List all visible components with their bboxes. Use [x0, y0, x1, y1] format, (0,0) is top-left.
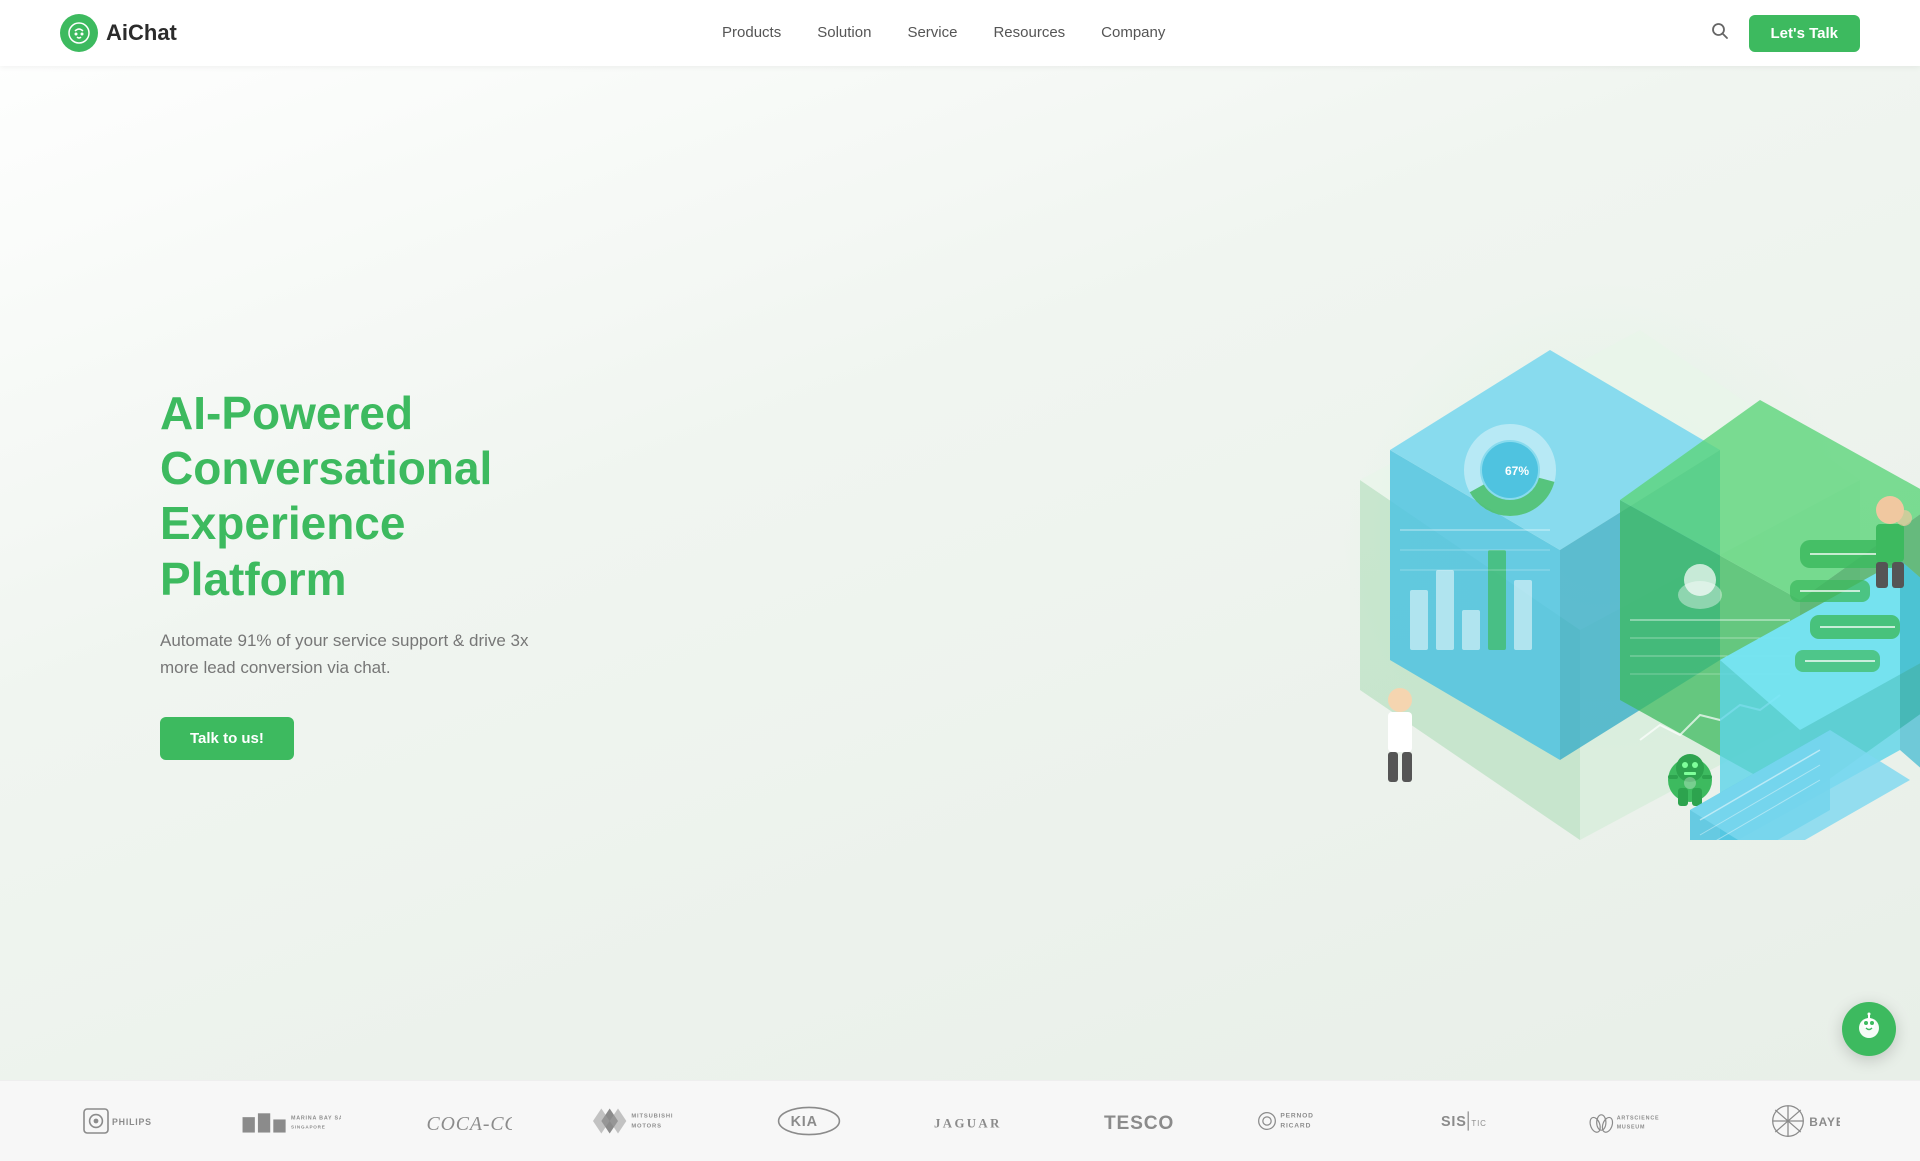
hero-content: AI-Powered Conversational Experience Pla… [0, 386, 560, 760]
logo-link[interactable]: AiChat [60, 14, 177, 52]
nav-links: Products Solution Service Resources Comp… [722, 24, 1165, 42]
svg-text:JAGUAR: JAGUAR [934, 1116, 1002, 1130]
navbar: AiChat Products Solution Service Resourc… [0, 0, 1920, 66]
svg-text:SINGAPORE: SINGAPORE [291, 1125, 326, 1130]
hero-title: AI-Powered Conversational Experience Pla… [160, 386, 560, 607]
search-icon[interactable] [1711, 22, 1729, 45]
talk-to-us-button[interactable]: Talk to us! [160, 717, 294, 760]
svg-text:SIS: SIS [1441, 1114, 1467, 1130]
nav-link-solution[interactable]: Solution [817, 24, 871, 41]
nav-link-company[interactable]: Company [1101, 24, 1165, 41]
client-artscience: ArtScience Museum [1589, 1103, 1689, 1139]
svg-text:Museum: Museum [1617, 1125, 1646, 1131]
svg-text:Ricard: Ricard [1280, 1123, 1311, 1130]
nav-link-resources[interactable]: Resources [993, 24, 1065, 41]
nav-item-company[interactable]: Company [1101, 24, 1165, 42]
client-bayer: Bayer [1770, 1104, 1840, 1138]
svg-text:MITSUBISHI: MITSUBISHI [631, 1114, 673, 1120]
nav-link-service[interactable]: Service [907, 24, 957, 41]
nav-item-service[interactable]: Service [907, 24, 957, 42]
robot-icon [1855, 1012, 1883, 1047]
nav-item-resources[interactable]: Resources [993, 24, 1065, 42]
svg-text:PHILIPS: PHILIPS [112, 1117, 152, 1127]
nav-item-solution[interactable]: Solution [817, 24, 871, 42]
svg-text:ArtScience: ArtScience [1617, 1115, 1660, 1121]
lets-talk-button[interactable]: Let's Talk [1749, 15, 1860, 52]
nav-item-products[interactable]: Products [722, 24, 781, 42]
hero-section: AI-Powered Conversational Experience Pla… [0, 0, 1920, 1080]
svg-text:MOTORS: MOTORS [631, 1124, 661, 1130]
hero-illustration: 67% [1240, 240, 1920, 840]
chat-fab-button[interactable] [1842, 1002, 1896, 1056]
client-pernod: Pernod Ricard [1257, 1104, 1357, 1138]
client-jaguar: JAGUAR [925, 1105, 1015, 1137]
brand-name: AiChat [106, 20, 177, 46]
svg-text:Pernod: Pernod [1280, 1113, 1313, 1120]
nav-right: Let's Talk [1711, 15, 1860, 52]
logo-icon [60, 14, 98, 52]
client-philips: PHILIPS [80, 1105, 160, 1137]
svg-text:MARINA BAY SANDS: MARINA BAY SANDS [291, 1115, 341, 1121]
client-cocacola: Coca-Cola [422, 1103, 512, 1139]
clients-bar: PHILIPS MARINA BAY SANDS SINGAPORE Coca-… [0, 1080, 1920, 1161]
hero-subtitle: Automate 91% of your service support & d… [160, 627, 560, 681]
svg-text:67%: 67% [1505, 464, 1529, 478]
client-mbs: MARINA BAY SANDS SINGAPORE [241, 1105, 341, 1137]
client-kia: KIA [774, 1105, 844, 1137]
svg-text:TESCO: TESCO [1104, 1113, 1174, 1134]
svg-text:Coca-Cola: Coca-Cola [427, 1113, 513, 1135]
svg-text:TIC: TIC [1471, 1119, 1486, 1128]
client-sistic: SIS TIC [1438, 1105, 1508, 1137]
client-mitsubishi: MITSUBISHI MOTORS [593, 1104, 693, 1138]
svg-text:KIA: KIA [791, 1114, 818, 1130]
nav-link-products[interactable]: Products [722, 24, 781, 41]
svg-text:Bayer: Bayer [1809, 1115, 1840, 1129]
client-tesco: TESCO [1096, 1105, 1176, 1137]
